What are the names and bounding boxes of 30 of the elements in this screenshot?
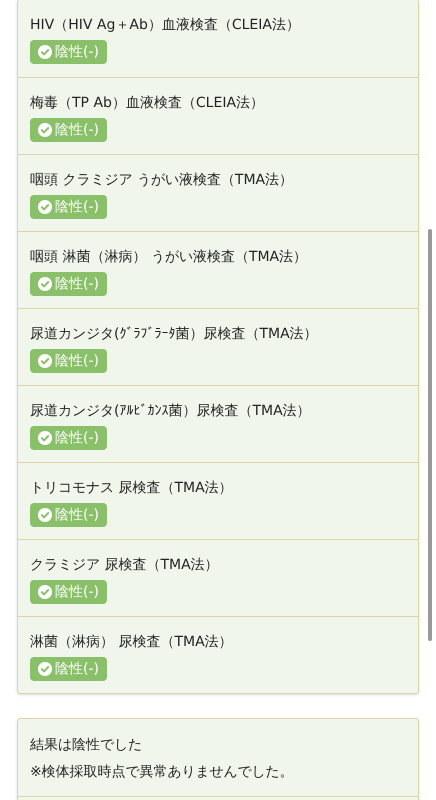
result-badge: 陰性(-) [30, 195, 107, 219]
result-badge: 陰性(-) [30, 580, 107, 604]
check-icon [38, 662, 52, 676]
result-badge: 陰性(-) [30, 657, 107, 681]
result-badge: 陰性(-) [30, 272, 107, 296]
result-badge: 陰性(-) [30, 426, 107, 450]
check-icon [38, 431, 52, 445]
test-name: 淋菌（淋病） 尿検査（TMA法） [30, 633, 234, 652]
summary-text: ※検体採取時点で異常ありませんでした。 [30, 763, 295, 782]
result-badge: 陰性(-) [30, 503, 107, 527]
test-name: 咽頭 クラミジア うがい液検査（TMA法） [30, 171, 294, 190]
test-name: HIV（HIV Ag＋Ab）血液検査（CLEIA法） [30, 16, 301, 35]
check-icon [38, 277, 52, 291]
test-name: 尿道カンジタ(ｱﾙﾋﾞｶﾝｽ菌）尿検査（TMA法） [30, 402, 312, 421]
check-icon [38, 200, 52, 214]
test-name: 尿道カンジタ(ｸﾞﾗﾌﾞﾗｰﾀ菌）尿検査（TMA法） [30, 325, 319, 344]
test-name: トリコモナス 尿検査（TMA法） [30, 479, 234, 498]
check-icon [38, 585, 52, 599]
check-icon [38, 354, 52, 368]
check-icon [38, 508, 52, 522]
result-badge: 陰性(-) [30, 118, 107, 142]
scrollbar[interactable] [428, 229, 432, 641]
check-icon [38, 123, 52, 137]
result-badge: 陰性(-) [30, 349, 107, 373]
test-name: 梅毒（TP Ab）血液検査（CLEIA法） [30, 94, 266, 113]
result-badge: 陰性(-) [30, 40, 107, 64]
test-name: 咽頭 淋菌（淋病） うがい液検査（TMA法） [30, 248, 308, 267]
check-icon [38, 45, 52, 59]
test-name: クラミジア 尿検査（TMA法） [30, 556, 220, 575]
summary-text: 結果は陰性でした [30, 736, 143, 755]
